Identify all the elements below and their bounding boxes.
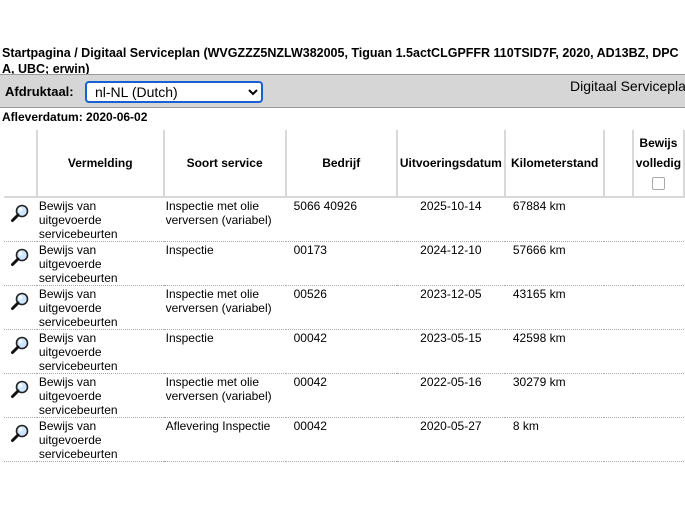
row-detail-button[interactable]	[4, 329, 37, 374]
cell-vermelding: Bewijs van uitgevoerde servicebeurten	[36, 329, 164, 374]
row-detail-button[interactable]	[4, 197, 37, 242]
page-title: Digitaal Serviceplan	[570, 78, 685, 94]
cell-bedrijf: 00042	[285, 329, 397, 374]
cell-soort-service: Inspectie met olie verversen (variabel)	[163, 285, 286, 330]
header-icon-col	[4, 130, 38, 198]
header-uitvoeringsdatum: Uitvoeringsdatum	[396, 130, 506, 198]
cell-bewijs-volledig	[632, 241, 684, 286]
table-row: Bewijs van uitgevoerde servicebeurten Ins…	[4, 329, 684, 374]
header-vermelding: Vermelding	[36, 130, 165, 198]
print-language-select[interactable]: nl-NL (Dutch)	[85, 81, 263, 103]
delivery-date: Afleverdatum: 2020-06-02	[2, 110, 148, 124]
cell-empty	[604, 241, 633, 286]
print-language-bar: Afdruktaal: nl-NL (Dutch) Digitaal Servi…	[0, 74, 685, 108]
service-table: Vermelding Soort service Bedrijf Uitvoer…	[4, 130, 685, 462]
cell-empty	[604, 329, 633, 374]
magnifier-icon[interactable]	[10, 379, 30, 399]
cell-kilometerstand: 8 km	[504, 417, 605, 462]
header-bewijs-label: Bewijs volledig	[635, 136, 682, 170]
row-detail-button[interactable]	[4, 373, 37, 418]
magnifier-icon[interactable]	[10, 335, 30, 355]
cell-vermelding: Bewijs van uitgevoerde servicebeurten	[36, 285, 164, 330]
table-body: Bewijs van uitgevoerde servicebeurten Ins…	[4, 197, 684, 462]
breadcrumb: Startpagina / Digitaal Serviceplan (WVGZ…	[2, 46, 679, 75]
cell-kilometerstand: 67884 km	[504, 197, 605, 242]
table-row: Bewijs van uitgevoerde servicebeurten Ins…	[4, 373, 684, 418]
cell-uitvoeringsdatum: 2023-12-05	[396, 285, 505, 330]
cell-empty	[604, 197, 633, 242]
row-detail-button[interactable]	[4, 417, 37, 462]
magnifier-icon[interactable]	[10, 203, 30, 223]
row-detail-button[interactable]	[4, 285, 37, 330]
cell-bewijs-volledig	[632, 329, 684, 374]
cell-empty	[604, 285, 633, 330]
cell-bedrijf: 00042	[285, 373, 397, 418]
cell-soort-service: Inspectie met olie verversen (variabel)	[163, 373, 286, 418]
cell-bedrijf: 00173	[285, 241, 397, 286]
cell-soort-service: Inspectie met olie verversen (variabel)	[163, 197, 286, 242]
table-header-row: Vermelding Soort service Bedrijf Uitvoer…	[4, 130, 685, 198]
cell-uitvoeringsdatum: 2020-05-27	[396, 417, 505, 462]
magnifier-icon[interactable]	[10, 423, 30, 443]
bewijs-checkbox[interactable]	[651, 177, 665, 190]
header-kilometerstand: Kilometerstand	[504, 130, 606, 198]
cell-kilometerstand: 43165 km	[504, 285, 605, 330]
cell-uitvoeringsdatum: 2024-12-10	[396, 241, 505, 286]
table-row: Bewijs van uitgevoerde servicebeurten Afl…	[4, 417, 684, 462]
cell-vermelding: Bewijs van uitgevoerde servicebeurten	[36, 197, 164, 242]
magnifier-icon[interactable]	[10, 291, 30, 311]
cell-bedrijf: 00526	[285, 285, 397, 330]
cell-empty	[604, 373, 633, 418]
header-empty	[604, 130, 634, 198]
cell-soort-service: Inspectie	[163, 329, 286, 374]
cell-bedrijf: 00042	[285, 417, 397, 462]
cell-kilometerstand: 57666 km	[504, 241, 605, 286]
print-language-label: Afdruktaal:	[5, 84, 74, 99]
cell-uitvoeringsdatum: 2022-05-16	[396, 373, 505, 418]
cell-vermelding: Bewijs van uitgevoerde servicebeurten	[36, 241, 164, 286]
cell-empty	[604, 417, 633, 462]
cell-uitvoeringsdatum: 2025-10-14	[396, 197, 505, 242]
header-soort-service: Soort service	[163, 130, 287, 198]
table-row: Bewijs van uitgevoerde servicebeurten Ins…	[4, 241, 684, 286]
header-bewijs-volledig: Bewijs volledig	[632, 130, 685, 198]
cell-bewijs-volledig	[632, 417, 684, 462]
magnifier-icon[interactable]	[10, 247, 30, 267]
cell-bewijs-volledig	[632, 285, 684, 330]
cell-bedrijf: 5066 40926	[285, 197, 397, 242]
cell-soort-service: Aflevering Inspectie	[163, 417, 286, 462]
row-detail-button[interactable]	[4, 241, 37, 286]
cell-soort-service: Inspectie	[163, 241, 286, 286]
cell-bewijs-volledig	[632, 197, 684, 242]
cell-kilometerstand: 42598 km	[504, 329, 605, 374]
cell-bewijs-volledig	[632, 373, 684, 418]
header-bedrijf: Bedrijf	[285, 130, 398, 198]
cell-kilometerstand: 30279 km	[504, 373, 605, 418]
cell-vermelding: Bewijs van uitgevoerde servicebeurten	[36, 373, 164, 418]
table-row: Bewijs van uitgevoerde servicebeurten Ins…	[4, 197, 684, 242]
cell-uitvoeringsdatum: 2023-05-15	[396, 329, 505, 374]
table-row: Bewijs van uitgevoerde servicebeurten Ins…	[4, 285, 684, 330]
cell-vermelding: Bewijs van uitgevoerde servicebeurten	[36, 417, 164, 462]
